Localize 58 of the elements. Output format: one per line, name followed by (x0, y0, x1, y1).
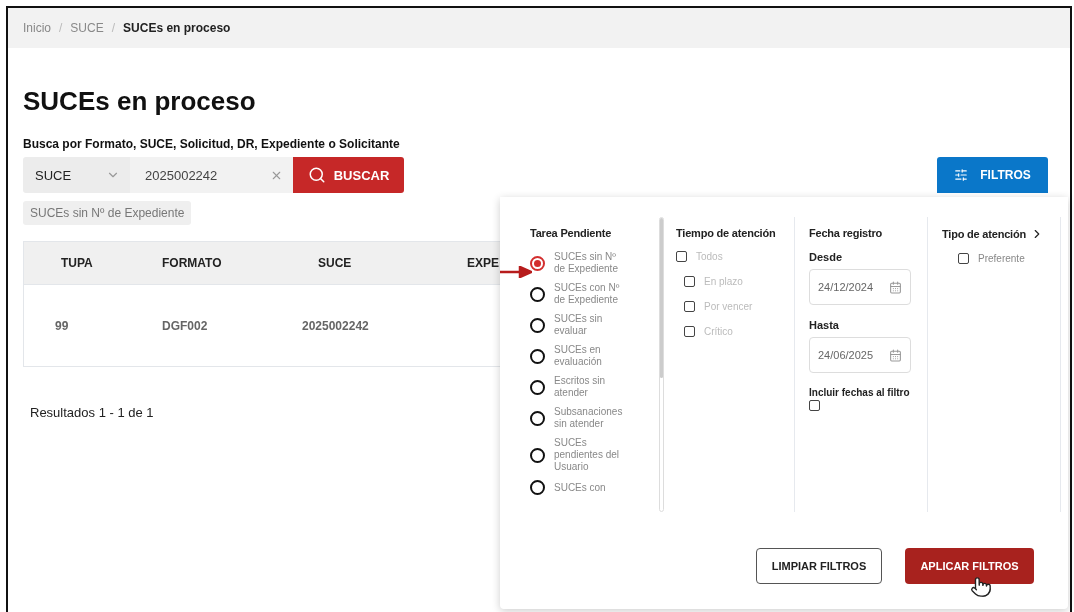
filters-button[interactable]: FILTROS (937, 157, 1048, 193)
column-header: SUCE (317, 256, 352, 270)
clear-filters-button[interactable]: LIMPIAR FILTROS (756, 548, 882, 584)
breadcrumb-separator: / (111, 21, 116, 35)
search-label: Busca por Formato, SUCE, Solicitud, DR, Expediente o Solicitante (23, 137, 401, 151)
checkbox-label: En plazo (704, 276, 743, 287)
date-field[interactable]: 24/06/2025 (809, 337, 911, 373)
radio-label: SUCEs sin Nº de Expediente (554, 251, 619, 275)
radio-button[interactable] (530, 348, 545, 364)
column-header: FORMATO (161, 256, 222, 270)
breadcrumb-separator: / (59, 21, 63, 35)
sliders-icon (954, 168, 969, 182)
radio-button[interactable] (530, 480, 545, 495)
radio-button[interactable] (530, 317, 545, 333)
checkbox[interactable] (958, 253, 969, 264)
radio-button[interactable] (530, 286, 545, 302)
radio-label: SUCEs pendientes del Usuario (554, 437, 621, 473)
radio-label: SUCEs en evaluación (554, 344, 603, 368)
filter-chip: SUCEs sin Nº de Expediente (23, 201, 192, 225)
radio-button[interactable] (530, 410, 545, 426)
table-cell-text: 99 (54, 318, 69, 333)
radio-label: Escritos sin atender (554, 375, 607, 399)
calendar-icon[interactable] (889, 348, 902, 362)
radio-label: SUCEs con (554, 481, 607, 494)
radio-label: SUCEs con Nº de Expediente (554, 282, 621, 306)
checkbox[interactable] (809, 400, 820, 411)
field-label: Desde (809, 251, 844, 263)
table-cell-text: DGF002 (161, 318, 208, 333)
radio-label: Subsanaciones sin atender (554, 406, 624, 430)
column-title: Fecha registro (809, 227, 883, 239)
checkbox-label: Por vencer (704, 301, 753, 312)
search-icon (307, 166, 326, 184)
checkbox-label: Crítico (704, 326, 733, 337)
search-button[interactable]: BUSCAR (293, 157, 404, 193)
page-title: SUCEs en proceso (23, 86, 257, 117)
radio-label: SUCEs sin evaluar (554, 313, 604, 337)
column-header: EXPE (466, 256, 499, 270)
apply-filters-button[interactable]: APLICAR FILTROS (905, 548, 1034, 584)
arrow-icon (500, 266, 532, 278)
breadcrumb-link[interactable]: SUCEs en proceso (123, 21, 231, 35)
results-count: Resultados 1 - 1 de 1 (30, 405, 154, 420)
search-field[interactable]: 2025002242 (130, 157, 293, 193)
checkbox-label: Todos (696, 251, 723, 262)
radio-button[interactable] (530, 447, 545, 463)
column-title: Tiempo de atención (676, 227, 777, 239)
checkbox-label: Preferente (978, 253, 1025, 264)
column-title[interactable]: Tipo de atención (942, 227, 1054, 241)
column-title: Tarea Pendiente (530, 227, 613, 239)
scrollbar[interactable] (659, 217, 664, 512)
table-cell-text: 2025002242 (301, 318, 369, 333)
date-field[interactable]: 24/12/2024 (809, 269, 911, 305)
field-label: Hasta (809, 319, 840, 331)
search-type-select[interactable]: SUCE (23, 157, 130, 193)
checkbox-label: Incluir fechas al filtro (809, 387, 911, 398)
hand-cursor-icon (970, 576, 992, 598)
calendar-icon[interactable] (889, 280, 902, 294)
radio-button[interactable] (530, 379, 545, 395)
column-header: TUPA (60, 256, 93, 270)
